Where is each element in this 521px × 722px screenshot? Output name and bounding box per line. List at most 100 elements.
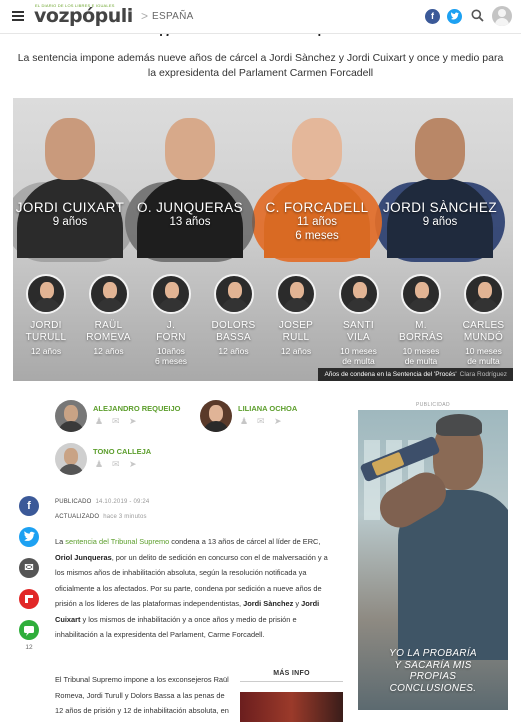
facebook-icon[interactable]: f xyxy=(425,9,440,24)
portrait-head xyxy=(415,118,465,180)
twitter-icon[interactable]: ➤ xyxy=(129,417,138,426)
comments-count: 12 xyxy=(25,644,33,651)
convict-thumb-sentence: 12 años xyxy=(93,346,124,356)
author-avatar xyxy=(55,400,87,432)
convict-name: JORDI CUIXART xyxy=(15,200,125,215)
share-flipboard-icon[interactable] xyxy=(19,589,39,609)
convict-thumb-sentence: 12 años xyxy=(218,346,249,356)
convict-thumb-photo xyxy=(338,274,379,314)
text-span: y xyxy=(293,599,302,608)
article-subtitle: La sentencia impone además nueve años de… xyxy=(17,52,504,79)
convict-thumb: DOLORS BASSA 12 años xyxy=(205,274,263,374)
author-name[interactable]: ALEJANDRO REQUEIJO xyxy=(93,404,181,413)
published-date: PUBLICADO 14.10.2019 - 09:24 xyxy=(55,499,149,505)
convict-sentence: 11 años xyxy=(296,216,338,228)
updated-date: ACTUALIZADO hace 3 minutos xyxy=(55,514,147,520)
caption-text: Años de condena en la Sentencia del 'Pro… xyxy=(324,371,457,378)
convict-thumb-sentence: 10años 6 meses xyxy=(154,346,188,366)
image-caption: Años de condena en la Sentencia del 'Pro… xyxy=(318,368,513,381)
ad-slogan: YO LA PROBARÍA Y SACARÍA MIS PROPIAS CON… xyxy=(366,648,500,694)
convict-thumb-last: RULL xyxy=(282,332,310,343)
convict-thumb-last: FORN xyxy=(156,332,186,343)
portrait-head xyxy=(165,118,215,180)
convict-thumb-last: BORRÀS xyxy=(398,332,444,343)
author-avatar xyxy=(200,400,232,432)
portrait-head xyxy=(45,118,95,180)
convict-thumb-first: DOLORS xyxy=(211,320,256,331)
convict-sentence: 9 años xyxy=(52,216,88,228)
convict-thumb: CARLES MUNDÓ 10 meses de multa xyxy=(455,274,513,374)
convict-thumb-photo xyxy=(276,274,316,314)
sentencia-link[interactable]: sentencia del Tribunal Supremo xyxy=(65,537,169,546)
convict-thumb-last: TURULL xyxy=(25,332,67,343)
updated-value: hace 3 minutos xyxy=(103,514,147,520)
ad-slogan-line: PROPIAS xyxy=(409,671,457,682)
email-icon[interactable]: ✉ xyxy=(257,417,266,426)
convict-thumb: JOSEP RULL 12 años xyxy=(267,274,325,374)
related-thumbnail[interactable] xyxy=(240,692,343,722)
top-navigation-bar: EL DIARIO DE LOS LIBRES E IGUALES vozpóp… xyxy=(0,0,521,34)
email-icon[interactable]: ✉ xyxy=(112,417,121,426)
convict-thumb-photo xyxy=(88,274,129,314)
portrait-head xyxy=(292,118,342,180)
menu-icon[interactable] xyxy=(12,11,24,21)
convict-name: JORDI SÀNCHEZ xyxy=(383,200,497,215)
convict-thumb-sentence: 12 años xyxy=(30,346,62,356)
convict-thumb-first: J. xyxy=(166,320,176,331)
section-link[interactable]: ESPAÑA xyxy=(152,11,194,22)
convict-thumb-first: SANTI xyxy=(343,320,374,331)
comments-icon[interactable] xyxy=(19,620,39,640)
convict-thumb-first: JORDI xyxy=(30,320,62,331)
convict-thumb-photo xyxy=(26,274,66,314)
bold-name: Jordi Sànchez xyxy=(243,599,294,608)
author-card[interactable]: TONO CALLEJA ♟ ✉ ➤ xyxy=(55,443,205,477)
twitter-icon[interactable] xyxy=(447,9,462,24)
published-value: 14.10.2019 - 09:24 xyxy=(95,499,150,505)
user-icon[interactable]: ♟ xyxy=(95,417,104,426)
twitter-icon[interactable]: ➤ xyxy=(129,460,138,469)
search-icon[interactable] xyxy=(471,9,484,22)
convict-thumb-first: CARLES xyxy=(462,320,505,331)
text-span: La xyxy=(55,537,66,546)
hero-infographic: JORDI SÀNCHEZ 9 años C. FORCADELL 11 años 6 … xyxy=(13,98,513,381)
share-email-icon[interactable]: ✉ xyxy=(19,558,39,578)
convict-thumb-last: ROMEVA xyxy=(86,332,131,343)
convict-sentence-extra: 6 meses xyxy=(295,230,339,242)
text-span: y los mismos de inhabilitación y a once … xyxy=(55,614,297,640)
email-icon[interactable]: ✉ xyxy=(112,460,121,469)
convict-thumb: JORDI TURULL 12 años xyxy=(17,274,75,374)
convict-thumb: RAÜL ROMEVA 12 años xyxy=(80,274,138,374)
convict-thumb-last: BASSA xyxy=(216,332,251,343)
convict-name: O. JUNQUERAS xyxy=(136,200,244,215)
site-logo[interactable]: vozpópuli xyxy=(34,5,133,27)
author-name[interactable]: LILIANA OCHOA xyxy=(238,404,297,413)
convict-thumb-sentence: 10 meses de multa xyxy=(340,346,377,366)
share-facebook-icon[interactable]: f xyxy=(19,496,39,516)
convict-thumb-first: RAÜL xyxy=(94,320,123,331)
published-label: PUBLICADO xyxy=(55,499,92,505)
author-name[interactable]: TONO CALLEJA xyxy=(93,447,151,456)
author-card[interactable]: ALEJANDRO REQUEIJO ♟ ✉ ➤ xyxy=(55,400,205,434)
user-icon[interactable]: ♟ xyxy=(240,417,249,426)
author-card[interactable]: LILIANA OCHOA ♟ ✉ ➤ xyxy=(200,400,350,434)
convict-thumb-first: JOSEP xyxy=(278,320,314,331)
convict-thumb: J. FORN 10años 6 meses xyxy=(142,274,200,374)
text-span: condena a 13 años de cárcel al líder de … xyxy=(169,537,321,546)
convict-thumb-sentence: 10 meses de multa xyxy=(465,346,502,366)
twitter-icon[interactable]: ➤ xyxy=(274,417,283,426)
convict-thumb-photo xyxy=(463,274,504,314)
convict-thumb-first: M. xyxy=(415,320,427,331)
related-title: MÁS INFO xyxy=(240,670,343,682)
convict-thumb: M. BORRÀS 10 meses de multa xyxy=(392,274,450,374)
user-avatar-icon[interactable] xyxy=(492,6,512,26)
ad-slogan-line: CONCLUSIONES. xyxy=(389,682,477,694)
advertisement[interactable]: YO LA PROBARÍA Y SACARÍA MIS PROPIAS CON… xyxy=(358,410,508,710)
bold-name: Oriol Junqueras xyxy=(55,552,112,562)
user-icon[interactable]: ♟ xyxy=(95,460,104,469)
article-paragraph: La sentencia del Tribunal Supremo conden… xyxy=(55,534,338,643)
share-twitter-icon[interactable] xyxy=(19,527,39,547)
ad-label: PUBLICIDAD xyxy=(415,402,450,408)
breadcrumb-separator: > xyxy=(141,9,149,23)
ad-slogan-line: YO LA PROBARÍA xyxy=(389,648,477,659)
updated-label: ACTUALIZADO xyxy=(55,514,100,520)
